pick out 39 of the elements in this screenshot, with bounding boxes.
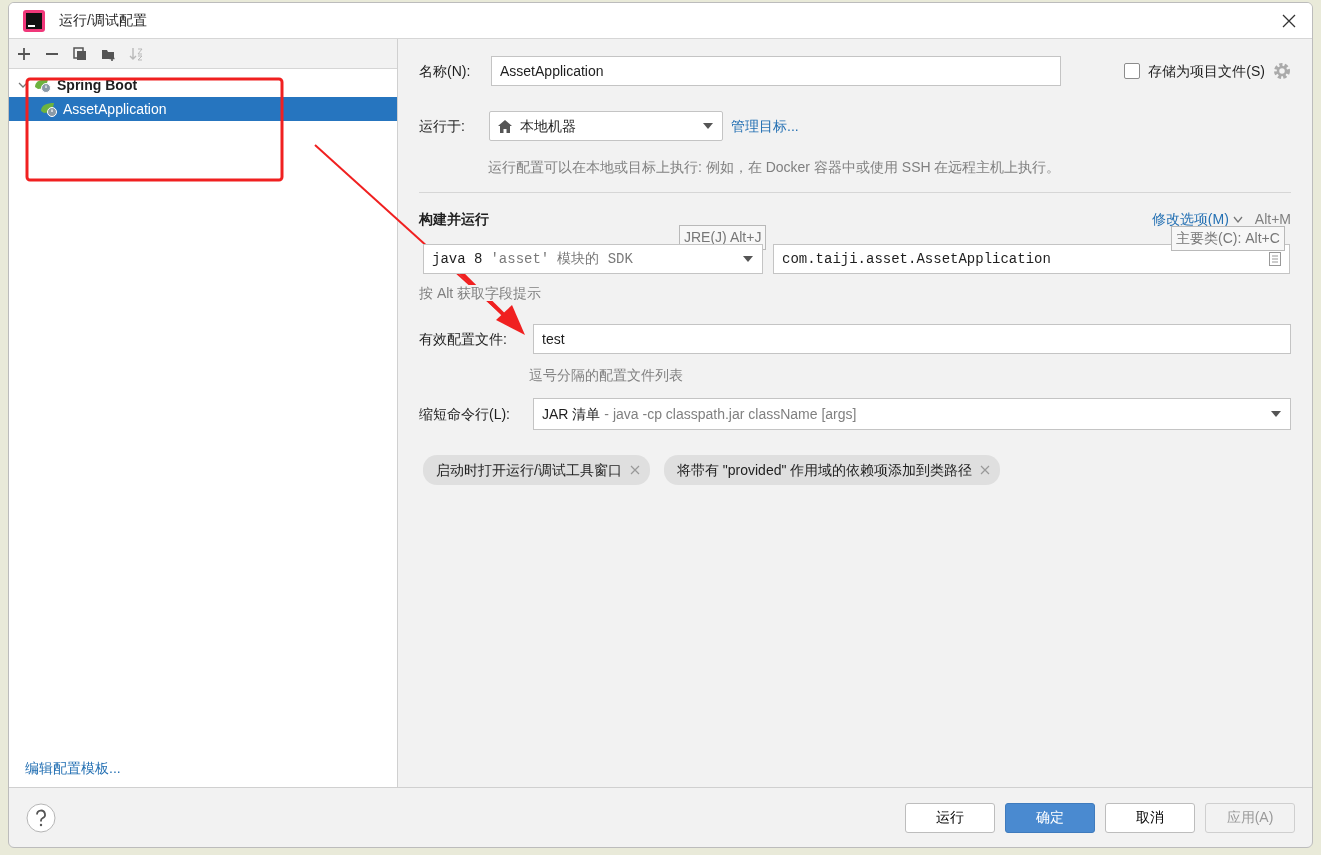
copy-icon[interactable]	[73, 46, 87, 61]
name-field[interactable]: AssetApplication	[491, 56, 1061, 86]
window-title: 运行/调试配置	[59, 11, 147, 30]
checkbox-label: 存储为项目文件(S)	[1148, 61, 1265, 81]
caret-icon	[1270, 410, 1282, 418]
field-label: 运行于:	[419, 116, 466, 136]
shortcut-text: Alt+M	[1254, 210, 1291, 229]
add-icon[interactable]	[17, 46, 31, 61]
document-icon[interactable]	[1269, 252, 1281, 266]
field-label: 缩短命令行(L):	[419, 404, 511, 424]
profiles-field[interactable]: test	[533, 324, 1291, 354]
caret-icon	[702, 122, 714, 130]
tooltip: 主要类(C): Alt+C	[1171, 226, 1285, 251]
chevron-icon[interactable]	[1232, 215, 1243, 224]
checkbox[interactable]	[1124, 63, 1141, 79]
hint-text: 逗号分隔的配置文件列表	[529, 366, 684, 385]
spring-boot-icon	[39, 101, 59, 117]
home-icon	[498, 119, 512, 133]
close-icon[interactable]	[1282, 14, 1296, 29]
help-icon[interactable]	[26, 802, 56, 833]
field-label: 名称(N):	[419, 61, 472, 81]
run-target-dropdown[interactable]: 本地机器	[489, 111, 723, 141]
manage-targets-link[interactable]: 管理目标...	[731, 115, 799, 137]
jre-dropdown[interactable]: java 8 'asset' 模块的 SDK	[423, 244, 763, 274]
tree-item[interactable]: Spring Boot	[9, 73, 397, 97]
ok-button[interactable]: 确定	[1005, 802, 1095, 833]
caret-icon	[742, 255, 754, 263]
field-label: 有效配置文件:	[419, 329, 508, 349]
edit-templates-link[interactable]: 编辑配置模板...	[25, 760, 121, 776]
dialog-button[interactable]: 运行	[905, 802, 995, 833]
hint-text: 按 Alt 获取字段提示	[419, 285, 542, 301]
option-chip[interactable]: 启动时打开运行/调试工具窗口	[423, 455, 650, 485]
shorten-dropdown[interactable]: JAR 清单 - java -cp classpath.jar className [args]	[533, 398, 1291, 430]
option-chip[interactable]: 将带有 "provided" 作用域的依赖项添加到类路径	[663, 455, 1001, 485]
tree-item[interactable]: AssetApplication	[9, 97, 397, 121]
app-logo-icon	[23, 9, 45, 32]
dialog-button[interactable]: 取消	[1105, 802, 1195, 833]
section-title: 构建并运行	[419, 210, 489, 229]
hint-text: 运行配置可以在本地或目标上执行: 例如，在 Docker 容器中或使用 SSH 在远程主机上执行。	[488, 158, 1062, 177]
